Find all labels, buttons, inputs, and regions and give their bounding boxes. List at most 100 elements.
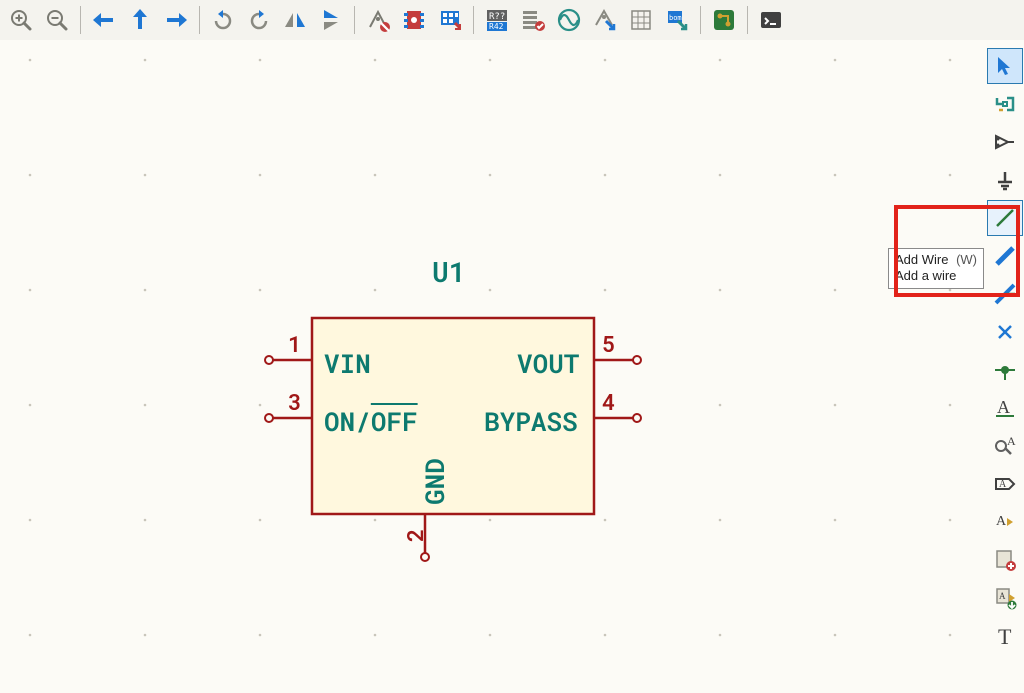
scripting-console-button[interactable] bbox=[754, 3, 788, 37]
svg-text:R42: R42 bbox=[489, 22, 504, 31]
footprint-editor-icon bbox=[401, 7, 427, 33]
open-pcb-button[interactable] bbox=[707, 3, 741, 37]
svg-text:A: A bbox=[997, 397, 1010, 417]
add-bus-button[interactable] bbox=[987, 238, 1023, 274]
mirror-vertical-button[interactable] bbox=[314, 3, 348, 37]
mirror-horizontal-icon bbox=[282, 7, 308, 33]
simulator-icon bbox=[556, 7, 582, 33]
net-label-icon: A bbox=[993, 396, 1017, 420]
pin-number-gnd: 2 bbox=[400, 529, 429, 542]
tooltip-shortcut: (W) bbox=[956, 252, 977, 267]
rotate-cw-button[interactable] bbox=[242, 3, 276, 37]
right-toolbar: A A A A A bbox=[986, 44, 1024, 654]
bus-icon bbox=[993, 244, 1017, 268]
zoom-out-icon bbox=[44, 7, 70, 33]
junction-icon bbox=[993, 358, 1017, 382]
update-pcb-button[interactable] bbox=[588, 3, 622, 37]
nav-forward-button[interactable] bbox=[159, 3, 193, 37]
pin-label-bypass: BYPASS bbox=[484, 405, 578, 439]
add-text-button[interactable]: T bbox=[987, 618, 1023, 654]
text-icon: T bbox=[993, 624, 1017, 648]
add-symbol-button[interactable] bbox=[987, 124, 1023, 160]
add-wire-button[interactable] bbox=[987, 200, 1023, 236]
pin-label-vout: VOUT bbox=[517, 347, 579, 381]
symbol-fields-button[interactable] bbox=[516, 3, 550, 37]
cursor-icon bbox=[993, 54, 1017, 78]
global-label-icon: A bbox=[993, 472, 1017, 496]
annotate-schematic-button[interactable]: R?? R42 bbox=[480, 3, 514, 37]
arrow-up-icon bbox=[127, 7, 153, 33]
zoom-out-button[interactable] bbox=[40, 3, 74, 37]
separator bbox=[700, 6, 701, 34]
pin-number-vout: 5 bbox=[602, 329, 615, 358]
svg-text:A: A bbox=[999, 591, 1006, 601]
svg-text:A: A bbox=[996, 514, 1007, 529]
pin-label-vin: VIN bbox=[324, 347, 371, 381]
add-global-label-button[interactable]: A bbox=[987, 466, 1023, 502]
console-icon bbox=[758, 7, 784, 33]
add-netclass-label-button[interactable]: A bbox=[987, 428, 1023, 464]
add-no-connect-button[interactable] bbox=[987, 314, 1023, 350]
add-net-label-button[interactable]: A bbox=[987, 390, 1023, 426]
pcb-icon bbox=[711, 7, 737, 33]
no-connect-icon bbox=[993, 320, 1017, 344]
top-toolbar: R?? R42 bbox=[0, 0, 1024, 40]
footprint-editor-button[interactable] bbox=[397, 3, 431, 37]
erc-icon bbox=[365, 7, 391, 33]
wire-bus-entry-icon bbox=[993, 282, 1017, 306]
pin-number-onoff: 3 bbox=[288, 387, 301, 416]
nav-up-button[interactable] bbox=[123, 3, 157, 37]
annotate-icon: R?? R42 bbox=[484, 7, 510, 33]
zoom-in-button[interactable] bbox=[4, 3, 38, 37]
mirror-vertical-icon bbox=[318, 7, 344, 33]
svg-text:A: A bbox=[999, 479, 1007, 490]
svg-text:R??: R?? bbox=[489, 12, 505, 22]
separator bbox=[80, 6, 81, 34]
add-sheet-button[interactable] bbox=[987, 542, 1023, 578]
bom-icon bbox=[628, 7, 654, 33]
zoom-in-icon bbox=[8, 7, 34, 33]
add-junction-button[interactable] bbox=[987, 352, 1023, 388]
add-hier-label-button[interactable]: A bbox=[987, 504, 1023, 540]
import-sheet-pin-icon: A bbox=[993, 586, 1017, 610]
power-port-icon bbox=[993, 168, 1017, 192]
add-wire-bus-entry-button[interactable] bbox=[987, 276, 1023, 312]
rotate-cw-icon bbox=[246, 7, 272, 33]
highlight-net-icon bbox=[993, 92, 1017, 116]
add-symbol-icon bbox=[993, 130, 1017, 154]
tooltip-description: Add a wire bbox=[895, 268, 977, 284]
sheet-icon bbox=[993, 548, 1017, 572]
symbol-fields-icon bbox=[520, 7, 546, 33]
mirror-horizontal-button[interactable] bbox=[278, 3, 312, 37]
simulator-button[interactable] bbox=[552, 3, 586, 37]
svg-text:A: A bbox=[1007, 434, 1016, 448]
bom-button[interactable] bbox=[624, 3, 658, 37]
select-tool-button[interactable] bbox=[987, 48, 1023, 84]
pin-label-gnd: GND bbox=[418, 458, 452, 505]
netlist-export-button[interactable]: bom bbox=[660, 3, 694, 37]
separator bbox=[473, 6, 474, 34]
separator bbox=[354, 6, 355, 34]
assign-footprints-button[interactable] bbox=[433, 3, 467, 37]
import-sheet-pin-button[interactable]: A bbox=[987, 580, 1023, 616]
wire-icon bbox=[993, 206, 1017, 230]
assign-footprints-icon bbox=[437, 7, 463, 33]
highlight-net-button[interactable] bbox=[987, 86, 1023, 122]
separator bbox=[199, 6, 200, 34]
schematic-canvas[interactable]: U1 1 VIN 3 ON/OFF 5 VOUT 4 BYPASS 2 GND bbox=[0, 40, 986, 693]
netclass-label-icon: A bbox=[993, 434, 1017, 458]
update-pcb-icon bbox=[592, 7, 618, 33]
pin-number-bypass: 4 bbox=[602, 387, 615, 416]
arrow-right-icon bbox=[163, 7, 189, 33]
nav-back-button[interactable] bbox=[87, 3, 121, 37]
arrow-left-icon bbox=[91, 7, 117, 33]
add-power-port-button[interactable] bbox=[987, 162, 1023, 198]
pin-number-vin: 1 bbox=[288, 329, 301, 358]
component-drawing bbox=[0, 40, 986, 693]
rotate-ccw-button[interactable] bbox=[206, 3, 240, 37]
erc-button[interactable] bbox=[361, 3, 395, 37]
svg-text:T: T bbox=[998, 624, 1012, 648]
hier-label-icon: A bbox=[993, 510, 1017, 534]
tooltip-title: Add Wire bbox=[895, 252, 948, 267]
component-ref: U1 bbox=[432, 253, 466, 290]
